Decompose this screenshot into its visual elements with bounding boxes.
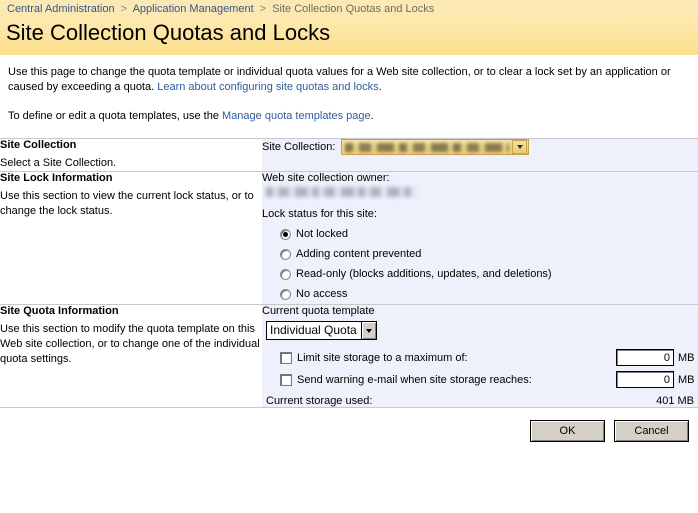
lock-option-label: Not locked: [296, 228, 348, 240]
section-site-lock-info: Site Lock Information Use this section t…: [0, 171, 262, 305]
breadcrumb-item-central-administration[interactable]: Central Administration: [7, 3, 115, 15]
section-site-lock-controls: Web site collection owner: Lock status f…: [262, 171, 698, 305]
site-owner-value-redacted: [266, 187, 416, 197]
manage-quota-templates-link[interactable]: Manage quota templates page: [222, 110, 371, 122]
cancel-button[interactable]: Cancel: [614, 420, 689, 442]
section-site-quota: Site Quota Information Use this section …: [0, 304, 698, 407]
quota-template-label: Current quota template: [262, 305, 375, 317]
section-site-quota-info: Site Quota Information Use this section …: [0, 304, 262, 407]
section-site-collection-title: Site Collection: [0, 139, 77, 151]
limit-storage-input[interactable]: [616, 349, 674, 366]
section-site-lock-title: Site Lock Information: [0, 172, 113, 184]
current-storage-value: 401 MB: [656, 395, 694, 407]
warning-email-input[interactable]: [616, 371, 674, 388]
limit-storage-label: Limit site storage to a maximum of:: [297, 351, 468, 364]
page-title: Site Collection Quotas and Locks: [6, 20, 331, 45]
lock-option-read-only[interactable]: Read-only (blocks additions, updates, an…: [280, 264, 698, 284]
breadcrumb-separator: >: [259, 3, 267, 15]
lock-option-no-access[interactable]: No access: [280, 284, 698, 304]
radio-button-icon[interactable]: [280, 288, 291, 300]
lock-option-not-locked[interactable]: Not locked: [280, 224, 698, 244]
intro-paragraph-2: To define or edit a quota templates, use…: [8, 109, 684, 124]
lock-option-label: Adding content prevented: [296, 248, 422, 260]
breadcrumb-item-application-management[interactable]: Application Management: [133, 3, 254, 15]
limit-storage-unit: MB: [678, 351, 695, 364]
quota-template-selected-value: Individual Quota: [270, 323, 357, 337]
section-site-collection-info: Site Collection Select a Site Collection…: [0, 138, 262, 172]
breadcrumb-separator: >: [120, 3, 128, 15]
section-site-quota-title: Site Quota Information: [0, 305, 119, 317]
warning-email-row: Send warning e-mail when site storage re…: [280, 371, 698, 388]
section-site-collection: Site Collection Select a Site Collection…: [0, 138, 698, 172]
site-collection-label: Site Collection:: [262, 141, 336, 153]
section-site-collection-description: Select a Site Collection.: [0, 157, 117, 169]
site-collection-value-redacted: [345, 142, 510, 152]
limit-storage-checkbox[interactable]: [280, 351, 292, 364]
intro-paragraph-1: Use this page to change the quota templa…: [8, 65, 684, 95]
section-site-collection-controls: Site Collection:: [262, 138, 698, 172]
intro-paragraph-2-text: To define or edit a quota templates, use…: [8, 110, 223, 122]
limit-storage-row: Limit site storage to a maximum of: MB: [280, 349, 698, 366]
lock-option-label: No access: [296, 288, 348, 300]
lock-option-adding-content-prevented[interactable]: Adding content prevented: [280, 244, 698, 264]
site-collection-selector[interactable]: [341, 139, 530, 155]
current-storage-label: Current storage used:: [266, 395, 373, 407]
chevron-down-icon[interactable]: [360, 322, 376, 339]
lock-option-label: Read-only (blocks additions, updates, an…: [296, 268, 552, 280]
breadcrumb-item-current: Site Collection Quotas and Locks: [272, 3, 435, 15]
radio-button-icon[interactable]: [280, 228, 291, 240]
learn-about-quotas-link[interactable]: Learn about configuring site quotas and …: [157, 81, 378, 93]
current-storage-row: Current storage used: 401 MB: [266, 395, 698, 407]
radio-button-icon[interactable]: [280, 248, 291, 260]
form-footer: OK Cancel: [0, 407, 698, 455]
lock-status-radio-group: Not locked Adding content prevented Read…: [280, 224, 698, 304]
section-site-quota-description: Use this section to modify the quota tem…: [0, 323, 260, 365]
site-collection-picker-row: Site Collection:: [262, 139, 698, 155]
page-header-band: Central Administration > Application Man…: [0, 0, 698, 55]
section-site-lock: Site Lock Information Use this section t…: [0, 171, 698, 305]
site-owner-label: Web site collection owner:: [262, 172, 390, 184]
settings-sections-table: Site Collection Select a Site Collection…: [0, 138, 698, 407]
section-site-quota-controls: Current quota template Individual Quota …: [262, 304, 698, 407]
ok-button[interactable]: OK: [530, 420, 605, 442]
warning-email-checkbox[interactable]: [280, 373, 292, 386]
intro-paragraph-2-period: .: [370, 110, 374, 122]
lock-status-label: Lock status for this site:: [262, 208, 377, 220]
radio-button-icon[interactable]: [280, 268, 291, 280]
quota-template-select[interactable]: Individual Quota: [266, 321, 377, 340]
breadcrumb: Central Administration > Application Man…: [6, 2, 698, 16]
warning-email-unit: MB: [678, 373, 695, 386]
intro-description: Use this page to change the quota templa…: [0, 55, 698, 124]
warning-email-label: Send warning e-mail when site storage re…: [297, 373, 532, 386]
chevron-down-icon[interactable]: [512, 140, 528, 154]
intro-paragraph-1-period: .: [378, 81, 382, 93]
section-site-lock-description: Use this section to view the current loc…: [0, 190, 254, 217]
